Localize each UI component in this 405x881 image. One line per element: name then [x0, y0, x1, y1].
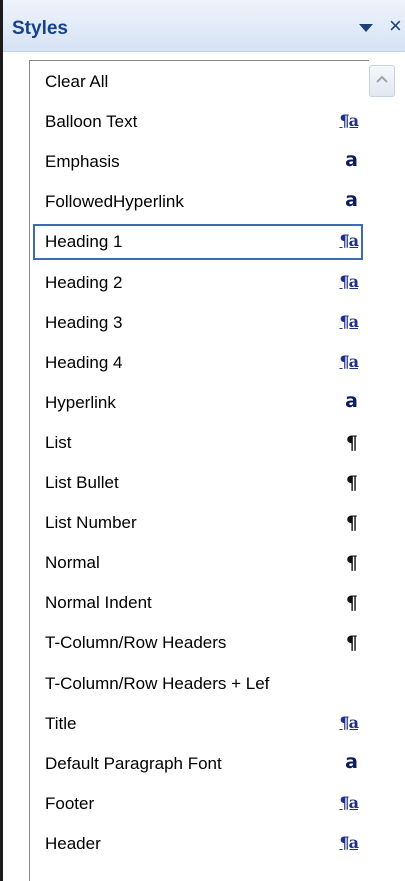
pane-left-border	[0, 0, 3, 881]
style-name: Heading 2	[45, 273, 123, 292]
paragraph-style-icon: ¶	[345, 632, 358, 654]
paragraph-character-icon: ¶a	[339, 352, 359, 371]
style-name: Normal	[45, 553, 100, 572]
close-icon[interactable]: ×	[389, 13, 405, 39]
style-name: Title	[45, 714, 77, 733]
paragraph-style-icon: ¶	[345, 592, 358, 614]
pane-header: Styles ×	[3, 0, 405, 52]
style-name: T-Column/Row Headers + Lef	[45, 674, 270, 693]
style-item[interactable]: Normal ¶	[33, 545, 363, 581]
style-name: Heading 1	[45, 232, 123, 251]
style-name: FollowedHyperlink	[45, 192, 184, 211]
style-name: Footer	[45, 794, 95, 813]
style-item[interactable]: T-Column/Row Headers ¶	[33, 625, 363, 661]
style-name: Header	[45, 834, 101, 853]
scroll-up-button[interactable]	[369, 65, 395, 97]
character-style-icon: a	[345, 390, 358, 412]
style-item[interactable]: Heading 1 ¶a	[33, 224, 363, 260]
style-name: Default Paragraph Font	[45, 754, 222, 773]
style-item[interactable]: Default Paragraph Font a	[33, 746, 363, 782]
vertical-scrollbar[interactable]	[369, 60, 402, 881]
style-item[interactable]: List ¶	[33, 425, 363, 461]
paragraph-character-icon: ¶a	[339, 793, 359, 812]
style-item[interactable]: List Bullet ¶	[33, 465, 363, 501]
style-name: Clear All	[45, 72, 109, 91]
style-name: Emphasis	[45, 152, 120, 171]
style-name: List Number	[45, 513, 137, 532]
character-style-icon: a	[345, 751, 358, 773]
styles-task-pane: Styles × Clear All Balloon Text ¶a Emphasis…	[0, 0, 405, 881]
paragraph-character-icon: ¶a	[339, 312, 359, 331]
chevron-up-icon	[376, 75, 388, 83]
paragraph-character-icon: ¶a	[339, 713, 359, 732]
paragraph-style-icon: ¶	[345, 432, 358, 454]
style-item[interactable]: Title ¶a	[33, 706, 363, 742]
style-item[interactable]: Normal Indent ¶	[33, 585, 363, 621]
pane-title: Styles	[12, 18, 68, 39]
paragraph-character-icon: ¶a	[339, 833, 359, 852]
style-item[interactable]: List Number ¶	[33, 505, 363, 541]
style-name: Heading 4	[45, 353, 123, 372]
paragraph-style-icon: ¶	[345, 512, 358, 534]
style-name: List Bullet	[45, 473, 119, 492]
style-item[interactable]: Header ¶a	[33, 826, 363, 862]
style-name: List	[45, 433, 72, 452]
paragraph-character-icon: ¶a	[339, 231, 359, 250]
character-style-icon: a	[345, 189, 358, 211]
style-name: Heading 3	[45, 313, 123, 332]
style-item[interactable]: Heading 4 ¶a	[33, 345, 363, 381]
style-item[interactable]: Heading 3 ¶a	[33, 305, 363, 341]
paragraph-style-icon: ¶	[345, 472, 358, 494]
style-item[interactable]: Clear All	[33, 64, 363, 100]
style-item[interactable]: Balloon Text ¶a	[33, 104, 363, 140]
character-style-icon: a	[345, 149, 358, 171]
pane-options-dropdown-icon[interactable]	[356, 19, 376, 37]
style-name: Balloon Text	[45, 112, 138, 131]
style-item[interactable]: Footer ¶a	[33, 786, 363, 822]
style-item[interactable]: T-Column/Row Headers + Lef	[33, 666, 363, 702]
style-name: Normal Indent	[45, 593, 152, 612]
style-item[interactable]: Heading 2 ¶a	[33, 265, 363, 301]
style-item[interactable]: Emphasis a	[33, 144, 363, 180]
style-name: T-Column/Row Headers	[45, 633, 227, 652]
paragraph-style-icon: ¶	[345, 552, 358, 574]
paragraph-character-icon: ¶a	[339, 111, 359, 130]
style-item[interactable]: Hyperlink a	[33, 385, 363, 421]
style-item[interactable]: FollowedHyperlink a	[33, 184, 363, 220]
style-name: Hyperlink	[45, 393, 116, 412]
paragraph-character-icon: ¶a	[339, 272, 359, 291]
